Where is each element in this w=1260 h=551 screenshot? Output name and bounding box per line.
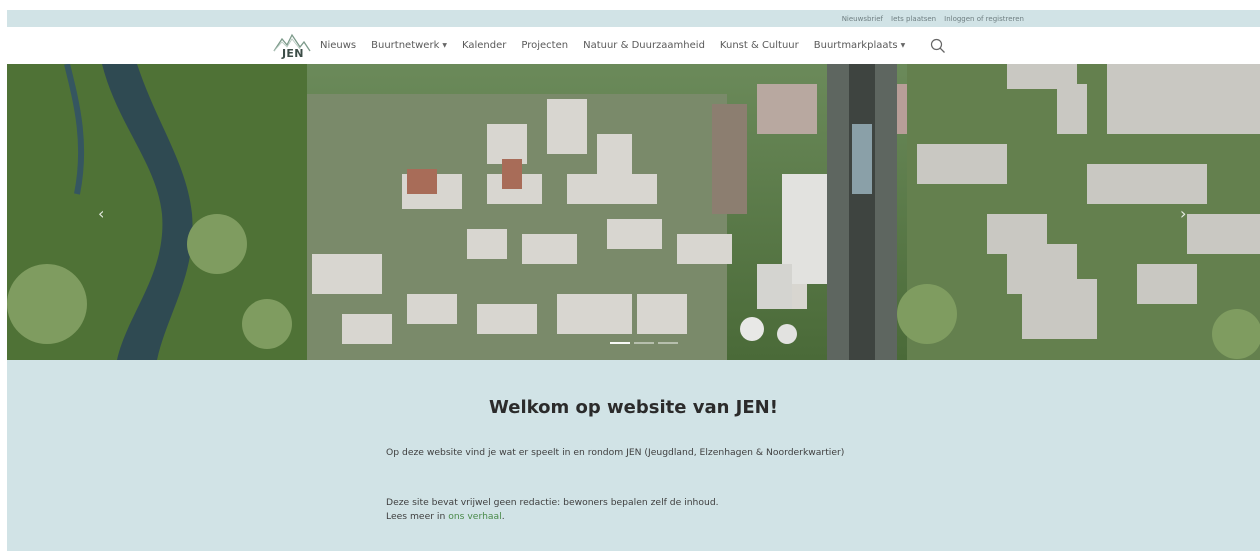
nav-item-nieuws[interactable]: Nieuws xyxy=(320,40,356,51)
welcome-section: Welkom op website van JEN! Op deze websi… xyxy=(7,360,1260,551)
our-story-link[interactable]: ons verhaal xyxy=(448,511,502,522)
nav-label: Kalender xyxy=(461,40,507,51)
intro-line-suffix: . xyxy=(501,511,505,522)
search-icon[interactable] xyxy=(930,38,946,54)
nav-label: Kunst & Cultuur xyxy=(719,40,799,51)
carousel-indicators xyxy=(610,342,678,344)
nav-item-kalender[interactable]: Kalender xyxy=(462,40,506,51)
carousel-prev-button[interactable]: ‹ xyxy=(98,204,104,223)
nav-label: Projecten xyxy=(521,40,569,51)
intro-line: Deze site bevat vrijwel geen redactie: b… xyxy=(386,497,719,508)
nav-item-projecten[interactable]: Projecten xyxy=(521,40,568,51)
newsletter-link[interactable]: Nieuwsbrief xyxy=(842,15,883,23)
nav-label: Nieuws xyxy=(320,40,357,51)
site-logo[interactable]: JEN xyxy=(272,31,312,61)
aerial-city-photo xyxy=(7,64,1260,360)
nav-item-natuur-duurzaamheid[interactable]: Natuur & Duurzaamheid xyxy=(583,40,705,51)
carousel-next-button[interactable]: › xyxy=(1180,204,1186,223)
caret-down-icon: ▼ xyxy=(442,42,447,49)
login-register-link[interactable]: Inloggen of registreren xyxy=(944,15,1024,23)
intro-paragraph-2: Deze site bevat vrijwel geen redactie: b… xyxy=(386,496,846,524)
post-something-link[interactable]: Iets plaatsen xyxy=(891,15,936,23)
nav-item-buurtmarkplaats[interactable]: Buurtmarkplaats ▼ xyxy=(814,40,905,51)
nav-label: Buurtmarkplaats xyxy=(813,40,898,51)
logo-text: JEN xyxy=(282,46,304,60)
carousel-dot[interactable] xyxy=(658,342,678,344)
nav-item-buurtnetwerk[interactable]: Buurtnetwerk ▼ xyxy=(371,40,447,51)
carousel-dot[interactable] xyxy=(610,342,630,344)
utility-bar: Nieuwsbrief Iets plaatsen Inloggen of re… xyxy=(7,10,1260,27)
main-navbar: JEN Nieuws Buurtnetwerk ▼ Kalender Proje… xyxy=(7,27,1260,64)
carousel-dot[interactable] xyxy=(634,342,654,344)
welcome-heading: Welkom op website van JEN! xyxy=(489,397,778,418)
main-nav: Nieuws Buurtnetwerk ▼ Kalender Projecten… xyxy=(320,38,946,54)
nav-item-kunst-cultuur[interactable]: Kunst & Cultuur xyxy=(720,40,799,51)
intro-paragraph: Op deze website vind je wat er speelt in… xyxy=(386,447,845,458)
caret-down-icon: ▼ xyxy=(900,42,906,49)
page-frame: Nieuwsbrief Iets plaatsen Inloggen of re… xyxy=(7,10,1260,551)
nav-label: Buurtnetwerk xyxy=(371,40,440,51)
intro-line-prefix: Lees meer in xyxy=(386,511,449,522)
nav-label: Natuur & Duurzaamheid xyxy=(583,40,705,51)
hero-carousel: ‹ › xyxy=(7,64,1260,360)
